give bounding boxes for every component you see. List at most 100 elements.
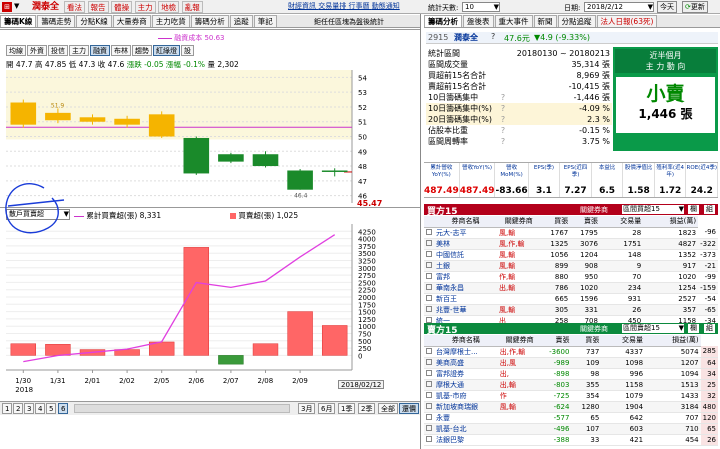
row-checkbox[interactable] (426, 305, 432, 312)
row-checkbox[interactable] (426, 424, 432, 431)
row-checkbox[interactable] (426, 380, 432, 387)
tab-notes[interactable]: 筆記 (253, 15, 277, 27)
chart-scrollbar[interactable] (74, 404, 290, 413)
table-row[interactable]: 永豐 -577 65 642 707 120 (424, 412, 718, 424)
net-buy-bar[interactable] (183, 247, 210, 356)
tab-chip-trend[interactable]: 籌碼走勢 (37, 15, 76, 27)
column-header[interactable]: 買張 (540, 216, 571, 228)
help-icon[interactable] (499, 59, 508, 70)
net-buy-bar[interactable] (252, 343, 279, 356)
table-row[interactable]: 富邦 作,輸 880 950 70 1020 -99 (424, 271, 718, 283)
search-icon[interactable]: ▼ (14, 2, 19, 10)
menu-item[interactable]: 體操 (111, 1, 133, 13)
page-2-button[interactable]: 2 (13, 403, 24, 414)
help-icon[interactable] (499, 81, 508, 92)
row-checkbox[interactable] (426, 283, 432, 290)
net-buy-bar[interactable] (321, 325, 348, 356)
period-2q[interactable]: 2季 (358, 403, 376, 414)
table-row[interactable]: 新加坡商瑞銀 風,輸 -624 1280 1904 3184 480 (424, 401, 718, 413)
period-3m[interactable]: 3月 (298, 403, 316, 414)
link-notify[interactable]: 動態通知 (372, 2, 400, 10)
candle[interactable] (114, 118, 140, 125)
buy-related-select[interactable]: 區間買超15 ▼ (622, 205, 684, 214)
sell-related-select[interactable]: 區間賣超15 ▼ (622, 324, 684, 333)
table-row[interactable]: 凱基-台北 -496 107 603 710 65 (424, 423, 718, 435)
link-finance[interactable]: 財經資訊 (288, 2, 316, 10)
candle[interactable] (218, 154, 244, 162)
help-icon[interactable]: ? (499, 92, 508, 103)
candle[interactable] (287, 170, 313, 190)
row-checkbox[interactable] (426, 239, 432, 246)
tab-chip[interactable]: 籌碼分析 (424, 15, 462, 27)
tab-track[interactable]: 追蹤 (229, 15, 253, 27)
period-6m[interactable]: 6月 (318, 403, 336, 414)
net-buy-chart[interactable]: 0250500750100012501500175020002250250027… (0, 222, 420, 400)
help-icon[interactable] (499, 48, 508, 59)
column-header[interactable]: 券商名稱 (434, 216, 498, 228)
row-checkbox[interactable] (426, 435, 432, 442)
today-button[interactable]: 今天 (657, 1, 677, 13)
tab-after-hours[interactable]: 盤後表 (463, 15, 494, 27)
sell-group-button[interactable]: 組 (704, 324, 715, 333)
row-checkbox[interactable] (426, 261, 432, 268)
table-row[interactable]: 美商高盛 出,風 -989 109 1098 1207 64 (424, 357, 718, 369)
date-field[interactable]: 2018/2/12 ▼ (584, 2, 654, 12)
refresh-button[interactable]: ⟳更新 (682, 1, 708, 13)
table-row[interactable]: 中國信託 風,輸 1056 1204 148 1352 -373 (424, 249, 718, 261)
table-row[interactable]: 富邦證券 出, -898 98 996 1094 34 (424, 368, 718, 380)
column-header[interactable]: 交易量 (599, 216, 644, 228)
link-calendar[interactable]: 行事曆 (348, 2, 369, 10)
column-header[interactable]: 交易量 (601, 335, 646, 347)
row-checkbox[interactable] (426, 272, 432, 279)
table-row[interactable]: 美林 風,作,輸 1325 3076 1751 4827 -322 (424, 238, 718, 250)
row-checkbox[interactable] (426, 294, 432, 301)
net-buy-bar[interactable] (218, 355, 244, 365)
candle[interactable] (45, 112, 71, 121)
menu-item[interactable]: 亂報 (181, 1, 203, 13)
candle[interactable] (183, 137, 210, 174)
sell-columns-button[interactable]: 欄 (688, 324, 699, 333)
period-all[interactable]: 全部 (378, 403, 398, 414)
net-buy-bar[interactable] (287, 311, 313, 356)
row-checkbox[interactable] (426, 391, 432, 398)
page-6-button[interactable]: 6 (58, 403, 69, 414)
menu-item[interactable]: 地檢 (158, 1, 180, 13)
stock-label[interactable]: 潤泰全 (32, 0, 59, 14)
tab-branch-kline[interactable]: 分點K線 (76, 15, 112, 27)
row-checkbox[interactable] (426, 250, 432, 257)
tab-institutional[interactable]: 法人日報(63死) (596, 15, 658, 27)
page-3-button[interactable]: 3 (24, 403, 35, 414)
period-1q[interactable]: 1季 (338, 403, 356, 414)
column-header[interactable]: 賣張 (570, 216, 600, 228)
table-row[interactable]: 法銀巴黎 -388 33 421 454 26 (424, 434, 718, 446)
tab-news[interactable]: 新聞 (533, 15, 557, 27)
column-header[interactable]: 關鍵券商 (497, 335, 542, 347)
table-row[interactable]: 新百王 665 1596 931 2527 -54 (424, 293, 718, 305)
row-checkbox[interactable] (426, 369, 432, 376)
table-row[interactable]: 元大-志平 風,輸 1767 1795 28 1823 -96 (424, 227, 718, 239)
menu-item[interactable]: 主力 (134, 1, 156, 13)
page-1-button[interactable]: 1 (2, 403, 13, 414)
help-icon[interactable]: ? (499, 114, 508, 125)
net-buy-bar[interactable] (45, 344, 71, 356)
row-checkbox[interactable] (426, 228, 432, 235)
column-header[interactable]: 買張 (571, 335, 602, 347)
table-row[interactable]: 華南永昌 出,輸 786 1020 234 1254 -159 (424, 282, 718, 294)
candle[interactable] (148, 114, 175, 137)
tab-chip-kline[interactable]: 籌碼K線 (0, 15, 37, 27)
table-row[interactable]: 摩根大通 出,輸 -803 355 1158 1513 25 (424, 379, 718, 391)
candle[interactable] (79, 117, 106, 122)
page-5-button[interactable]: 5 (46, 403, 57, 414)
table-row[interactable]: 凱基-市府作 -725 354 1079 1433 32 (424, 390, 718, 402)
candle[interactable] (252, 154, 279, 167)
net-buy-bar[interactable] (10, 343, 37, 356)
tab-branch-track[interactable]: 分點追蹤 (557, 15, 596, 27)
help-icon[interactable]: ? (499, 103, 508, 114)
page-4-button[interactable]: 4 (35, 403, 46, 414)
adjust-price-button[interactable]: 還價 (399, 403, 419, 414)
menu-item[interactable]: 看法 (64, 1, 85, 13)
column-header[interactable]: 賣張 (541, 335, 572, 347)
candle[interactable] (10, 102, 37, 125)
tab-main-buy[interactable]: 主力吃貨 (151, 15, 190, 27)
link-volume[interactable]: 交易量排 (318, 2, 346, 10)
